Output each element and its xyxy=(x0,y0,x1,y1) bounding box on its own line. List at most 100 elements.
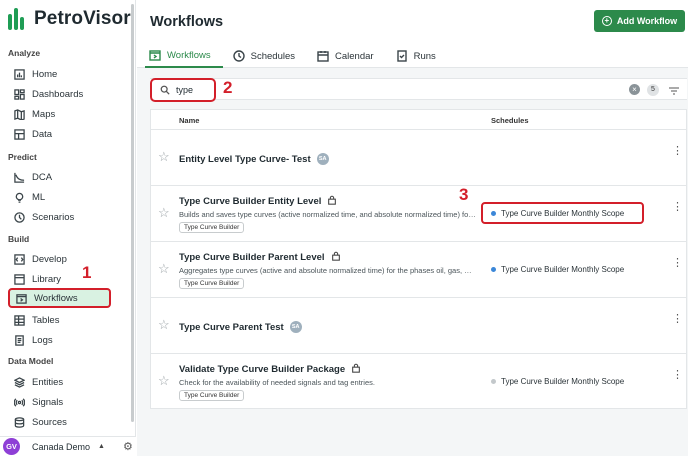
petrovisor-logo-icon xyxy=(8,8,28,30)
sidebar-item-scenarios[interactable]: Scenarios xyxy=(8,207,111,227)
section-data-model: Data Model xyxy=(8,356,54,366)
sidebar-item-home[interactable]: Home xyxy=(8,64,111,84)
search-input[interactable]: type xyxy=(150,78,216,102)
sidebar-item-tables[interactable]: Tables xyxy=(8,310,111,330)
section-build: Build xyxy=(8,234,30,244)
app-name: PetroVisor xyxy=(34,8,131,29)
header: Workflows + Add Workflow Workflows Sched… xyxy=(137,0,688,68)
gear-icon[interactable]: ⚙ xyxy=(123,440,133,453)
workflow-name[interactable]: Type Curve Builder Entity Level xyxy=(179,195,337,208)
schedule-link[interactable]: Type Curve Builder Monthly Scope xyxy=(491,265,624,274)
search-value: type xyxy=(176,85,194,95)
sidebar-item-dca[interactable]: DCA xyxy=(8,167,111,187)
tab-schedules[interactable]: Schedules xyxy=(229,44,307,68)
sidebar-item-signals[interactable]: Signals xyxy=(8,392,111,412)
tag-badge[interactable]: Type Curve Builder xyxy=(179,222,245,233)
sidebar-item-sources[interactable]: Sources xyxy=(8,412,111,432)
user-badge: SA xyxy=(316,153,329,165)
tab-bar: Workflows Schedules Calendar Runs xyxy=(145,44,454,68)
dashboard-icon xyxy=(14,88,25,100)
more-vertical-icon[interactable]: ⋮ xyxy=(672,202,683,213)
more-vertical-icon[interactable]: ⋮ xyxy=(672,370,683,381)
schedule-link[interactable]: Type Curve Builder Monthly Scope xyxy=(491,209,624,218)
signal-icon xyxy=(14,397,25,408)
chevron-up-icon[interactable]: ▲ xyxy=(98,443,105,450)
sidebar-scrollbar[interactable] xyxy=(131,4,134,422)
table-row[interactable]: ☆ Type Curve Builder Entity Level Builds… xyxy=(151,186,686,242)
lightbulb-icon xyxy=(14,192,25,203)
workflow-icon xyxy=(149,50,161,61)
filter-icon[interactable] xyxy=(668,84,680,96)
workflow-icon xyxy=(16,293,27,304)
chart-icon xyxy=(14,68,25,80)
workflows-table: Name Schedules ☆ Entity Level Type Curve… xyxy=(150,109,687,409)
workflow-name[interactable]: Type Curve Parent Test SA xyxy=(179,321,302,333)
tag-badge[interactable]: Type Curve Builder xyxy=(179,278,245,289)
sidebar-item-ml[interactable]: ML xyxy=(8,187,111,207)
star-icon[interactable]: ☆ xyxy=(158,205,170,221)
sidebar-item-maps[interactable]: Maps xyxy=(8,104,111,124)
workspace-switcher[interactable]: GV Canada Demo ▲ ⚙ xyxy=(0,436,136,456)
table-row[interactable]: ☆ Validate Type Curve Builder Package Ch… xyxy=(151,354,686,410)
sidebar-item-dashboards[interactable]: Dashboards xyxy=(8,84,111,104)
column-header-name[interactable]: Name xyxy=(179,116,199,125)
sidebar-item-workflows[interactable]: Workflows xyxy=(8,288,111,308)
sidebar-item-entities[interactable]: Entities xyxy=(8,372,111,392)
map-icon xyxy=(14,108,25,120)
workflow-description: Builds and saves type curves (active nor… xyxy=(179,210,476,219)
sidebar-item-develop[interactable]: Develop xyxy=(8,249,111,269)
table-icon xyxy=(14,128,25,140)
more-vertical-icon[interactable]: ⋮ xyxy=(672,146,683,157)
annotation-2: 2 xyxy=(223,78,233,97)
tab-runs[interactable]: Runs xyxy=(392,44,448,68)
table-row[interactable]: ☆ Type Curve Builder Parent Level Aggreg… xyxy=(151,242,686,298)
avatar[interactable]: GV xyxy=(3,438,20,455)
more-vertical-icon[interactable]: ⋮ xyxy=(672,314,683,325)
table-row[interactable]: ☆ Type Curve Parent Test SA ⋮ xyxy=(151,298,686,354)
lock-icon xyxy=(351,363,361,376)
star-icon[interactable]: ☆ xyxy=(158,373,170,389)
workflow-description: Check for the availability of needed sig… xyxy=(179,378,375,387)
sidebar-item-library[interactable]: Library xyxy=(8,269,111,289)
main-content: Workflows + Add Workflow Workflows Sched… xyxy=(137,0,688,456)
workflow-name[interactable]: Type Curve Builder Parent Level xyxy=(179,251,341,264)
status-dot xyxy=(491,267,496,272)
database-icon xyxy=(14,416,25,428)
log-icon xyxy=(14,334,25,346)
clock-icon xyxy=(232,50,245,62)
star-icon[interactable]: ☆ xyxy=(158,317,170,333)
workflow-name[interactable]: Entity Level Type Curve- Test SA xyxy=(179,153,329,165)
clear-search-icon[interactable]: × xyxy=(629,84,640,95)
page-title: Workflows xyxy=(150,14,224,30)
column-header-schedules[interactable]: Schedules xyxy=(491,116,529,125)
result-count-badge: 5 xyxy=(647,84,659,96)
section-analyze: Analyze xyxy=(8,48,41,58)
scenario-icon xyxy=(14,211,25,223)
table-header: Name Schedules xyxy=(151,110,686,130)
schedule-link[interactable]: Type Curve Builder Monthly Scope xyxy=(491,377,624,386)
workflow-name[interactable]: Validate Type Curve Builder Package xyxy=(179,363,361,376)
tab-calendar[interactable]: Calendar xyxy=(313,44,386,68)
logo[interactable]: PetroVisor xyxy=(8,8,131,30)
layers-icon xyxy=(14,376,25,388)
section-predict: Predict xyxy=(8,152,37,162)
tab-workflows[interactable]: Workflows xyxy=(145,44,223,68)
workflow-description: Aggregates type curves (active and absol… xyxy=(179,266,476,275)
sidebar-item-logs[interactable]: Logs xyxy=(8,330,111,350)
workspace-name: Canada Demo xyxy=(32,441,91,452)
calendar-icon xyxy=(317,51,329,62)
star-icon[interactable]: ☆ xyxy=(158,261,170,277)
sidebar-item-data[interactable]: Data xyxy=(8,124,111,144)
annotation-1: 1 xyxy=(82,263,92,282)
add-workflow-button[interactable]: + Add Workflow xyxy=(594,10,685,32)
status-dot xyxy=(491,379,496,384)
status-dot xyxy=(491,211,496,216)
library-icon xyxy=(14,273,25,285)
tag-badge[interactable]: Type Curve Builder xyxy=(179,390,245,401)
more-vertical-icon[interactable]: ⋮ xyxy=(672,258,683,269)
table-row[interactable]: ☆ Entity Level Type Curve- Test SA ⋮ xyxy=(151,130,686,186)
star-icon[interactable]: ☆ xyxy=(158,149,170,165)
annotation-3: 3 xyxy=(459,185,469,204)
runs-icon xyxy=(396,50,407,62)
sidebar: PetroVisor Analyze Home Dashboards Maps … xyxy=(0,0,136,456)
